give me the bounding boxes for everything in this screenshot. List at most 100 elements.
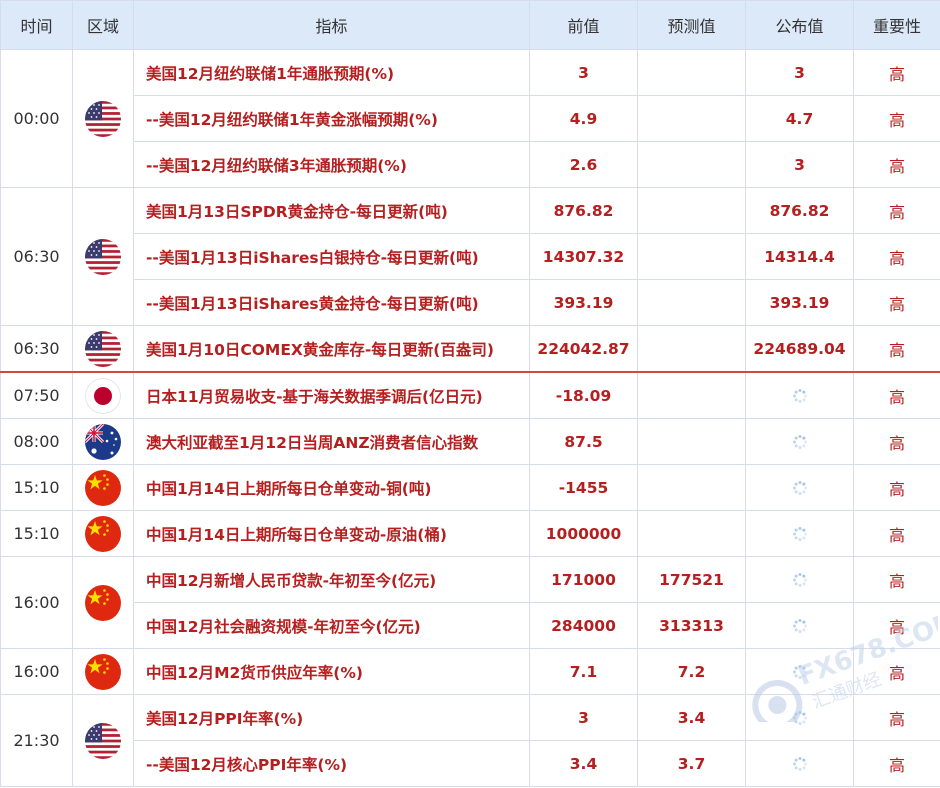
time-cell: 06:30 bbox=[1, 188, 73, 326]
indicator-link[interactable]: --美国12月核心PPI年率(%) bbox=[134, 741, 530, 787]
importance-badge: 高 bbox=[854, 649, 940, 695]
previous-value: 2.6 bbox=[530, 142, 638, 188]
previous-value: 87.5 bbox=[530, 419, 638, 465]
loading-spinner-icon bbox=[792, 434, 808, 450]
forecast-value: 7.2 bbox=[638, 649, 746, 695]
table-row[interactable]: 21:30美国12月PPI年率(%)33.4高 bbox=[1, 695, 940, 741]
previous-value: 3.4 bbox=[530, 741, 638, 787]
table-row[interactable]: 16:00中国12月M2货币供应年率(%)7.17.2高 bbox=[1, 649, 940, 695]
indicator-link[interactable]: 中国1月14日上期所每日仓单变动-原油(桶) bbox=[134, 511, 530, 557]
actual-pending-cell bbox=[746, 695, 854, 741]
actual-pending-cell bbox=[746, 649, 854, 695]
region-cell bbox=[73, 511, 134, 557]
forecast-value bbox=[638, 419, 746, 465]
region-cell bbox=[73, 188, 134, 326]
us-flag-icon bbox=[85, 101, 121, 137]
forecast-value: 177521 bbox=[638, 557, 746, 603]
actual-value: 393.19 bbox=[746, 280, 854, 326]
china-flag-icon bbox=[85, 654, 121, 690]
table-row[interactable]: --美国12月核心PPI年率(%)3.43.7高 bbox=[1, 741, 940, 787]
forecast-value: 313313 bbox=[638, 603, 746, 649]
indicator-link[interactable]: --美国1月13日iShares黄金持仓-每日更新(吨) bbox=[134, 280, 530, 326]
previous-value: -1455 bbox=[530, 465, 638, 511]
actual-value: 224689.04 bbox=[746, 326, 854, 373]
china-flag-icon bbox=[85, 585, 121, 621]
indicator-link[interactable]: 美国1月10日COMEX黄金库存-每日更新(百盎司) bbox=[134, 326, 530, 373]
australia-flag-icon bbox=[85, 424, 121, 460]
importance-badge: 高 bbox=[854, 188, 940, 234]
table-row[interactable]: --美国12月纽约联储1年黄金涨幅预期(%)4.9 4.7高 bbox=[1, 96, 940, 142]
header-indicator[interactable]: 指标 bbox=[134, 1, 530, 50]
table-row[interactable]: 06:30美国1月13日SPDR黄金持仓-每日更新(吨)876.82876.82… bbox=[1, 188, 940, 234]
forecast-value: 3.7 bbox=[638, 741, 746, 787]
time-cell: 15:10 bbox=[1, 511, 73, 557]
importance-badge: 高 bbox=[854, 96, 940, 142]
indicator-link[interactable]: 日本11月贸易收支-基于海关数据季调后(亿日元) bbox=[134, 372, 530, 419]
header-actual[interactable]: 公布值 bbox=[746, 1, 854, 50]
time-cell: 00:00 bbox=[1, 50, 73, 188]
japan-flag-icon bbox=[85, 378, 121, 414]
region-cell bbox=[73, 50, 134, 188]
time-cell: 15:10 bbox=[1, 465, 73, 511]
table-row[interactable]: 中国12月社会融资规模-年初至今(亿元)284000313313高 bbox=[1, 603, 940, 649]
importance-badge: 高 bbox=[854, 142, 940, 188]
table-row[interactable]: 08:00澳大利亚截至1月12日当周ANZ消费者信心指数87.5高 bbox=[1, 419, 940, 465]
loading-spinner-icon bbox=[792, 618, 808, 634]
indicator-link[interactable]: 中国1月14日上期所每日仓单变动-铜(吨) bbox=[134, 465, 530, 511]
table-row[interactable]: 07:50日本11月贸易收支-基于海关数据季调后(亿日元)-18.09高 bbox=[1, 372, 940, 419]
previous-value: 3 bbox=[530, 50, 638, 96]
table-row[interactable]: 06:30美国1月10日COMEX黄金库存-每日更新(百盎司)224042.87… bbox=[1, 326, 940, 373]
indicator-link[interactable]: 美国12月纽约联储1年通胀预期(%) bbox=[134, 50, 530, 96]
indicator-link[interactable]: --美国12月纽约联储3年通胀预期(%) bbox=[134, 142, 530, 188]
actual-value: 4.7 bbox=[746, 96, 854, 142]
us-flag-icon bbox=[85, 723, 121, 759]
indicator-link[interactable]: 美国12月PPI年率(%) bbox=[134, 695, 530, 741]
table-row[interactable]: --美国1月13日iShares黄金持仓-每日更新(吨)393.19393.19… bbox=[1, 280, 940, 326]
region-cell bbox=[73, 419, 134, 465]
indicator-link[interactable]: 中国12月M2货币供应年率(%) bbox=[134, 649, 530, 695]
time-cell: 08:00 bbox=[1, 419, 73, 465]
previous-value: 224042.87 bbox=[530, 326, 638, 373]
table-row[interactable]: 16:00中国12月新增人民币贷款-年初至今(亿元)171000177521高 bbox=[1, 557, 940, 603]
header-time[interactable]: 时间 bbox=[1, 1, 73, 50]
importance-badge: 高 bbox=[854, 372, 940, 419]
table-row[interactable]: --美国1月13日iShares白银持仓-每日更新(吨)14307.321431… bbox=[1, 234, 940, 280]
actual-pending-cell bbox=[746, 511, 854, 557]
indicator-link[interactable]: 中国12月新增人民币贷款-年初至今(亿元) bbox=[134, 557, 530, 603]
forecast-value bbox=[638, 96, 746, 142]
loading-spinner-icon bbox=[792, 388, 808, 404]
loading-spinner-icon bbox=[792, 526, 808, 542]
table-row[interactable]: 15:10中国1月14日上期所每日仓单变动-铜(吨)-1455高 bbox=[1, 465, 940, 511]
region-cell bbox=[73, 372, 134, 419]
forecast-value bbox=[638, 234, 746, 280]
table-row[interactable]: --美国12月纽约联储3年通胀预期(%)2.63高 bbox=[1, 142, 940, 188]
actual-pending-cell bbox=[746, 419, 854, 465]
indicator-link[interactable]: 澳大利亚截至1月12日当周ANZ消费者信心指数 bbox=[134, 419, 530, 465]
importance-badge: 高 bbox=[854, 557, 940, 603]
actual-value: 14314.4 bbox=[746, 234, 854, 280]
region-cell bbox=[73, 649, 134, 695]
table-row[interactable]: 15:10中国1月14日上期所每日仓单变动-原油(桶)1000000高 bbox=[1, 511, 940, 557]
importance-badge: 高 bbox=[854, 511, 940, 557]
header-region[interactable]: 区域 bbox=[73, 1, 134, 50]
forecast-value bbox=[638, 465, 746, 511]
previous-value: 284000 bbox=[530, 603, 638, 649]
header-importance[interactable]: 重要性 bbox=[854, 1, 940, 50]
table-row[interactable]: 00:00美国12月纽约联储1年通胀预期(%)33高 bbox=[1, 50, 940, 96]
forecast-value bbox=[638, 142, 746, 188]
indicator-link[interactable]: --美国12月纽约联储1年黄金涨幅预期(%) bbox=[134, 96, 530, 142]
indicator-link[interactable]: 中国12月社会融资规模-年初至今(亿元) bbox=[134, 603, 530, 649]
indicator-link[interactable]: --美国1月13日iShares白银持仓-每日更新(吨) bbox=[134, 234, 530, 280]
china-flag-icon bbox=[85, 470, 121, 506]
header-previous[interactable]: 前值 bbox=[530, 1, 638, 50]
forecast-value: 3.4 bbox=[638, 695, 746, 741]
region-cell bbox=[73, 465, 134, 511]
header-forecast[interactable]: 预测值 bbox=[638, 1, 746, 50]
forecast-value bbox=[638, 372, 746, 419]
region-cell bbox=[73, 695, 134, 787]
previous-value: 4.9 bbox=[530, 96, 638, 142]
indicator-link[interactable]: 美国1月13日SPDR黄金持仓-每日更新(吨) bbox=[134, 188, 530, 234]
importance-badge: 高 bbox=[854, 695, 940, 741]
forecast-value bbox=[638, 50, 746, 96]
previous-value: -18.09 bbox=[530, 372, 638, 419]
